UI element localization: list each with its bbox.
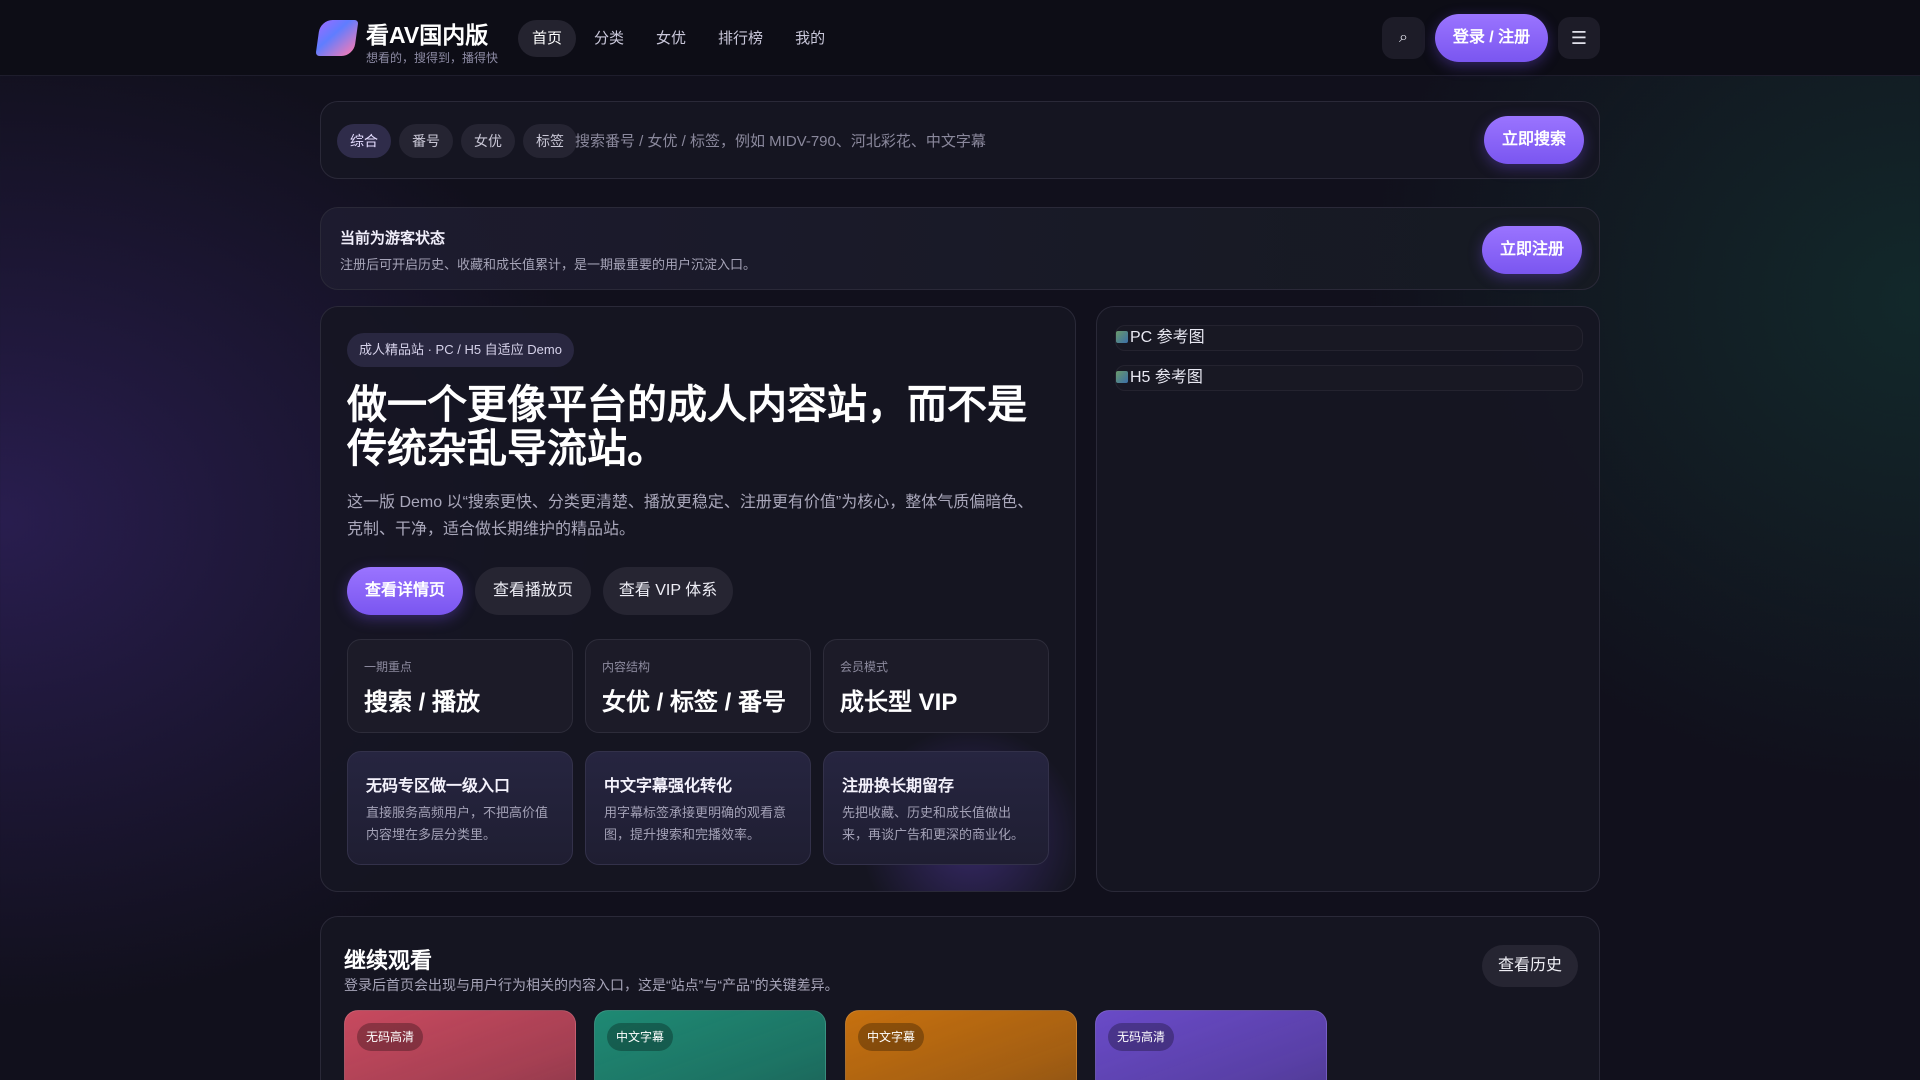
stat-label: 一期重点 bbox=[364, 660, 413, 674]
hero-pill: 成人精品站 · PC / H5 自适应 Demo bbox=[347, 333, 574, 367]
stat-card-membership: 会员模式 成长型 VIP bbox=[823, 639, 1049, 733]
nav-item-rankings[interactable]: 排行榜 bbox=[704, 20, 777, 57]
section-description: 登录后首页会出现与用户行为相关的内容入口，这是“站点”与“产品”的关键差异。 bbox=[344, 977, 839, 993]
nav-item-categories[interactable]: 分类 bbox=[580, 20, 638, 57]
view-vip-button[interactable]: 查看 VIP 体系 bbox=[603, 567, 733, 615]
broken-image-icon bbox=[1116, 331, 1128, 343]
hero-title: 做一个更像平台的成人内容站，而不是传统杂乱导流站。 bbox=[347, 383, 1027, 471]
thumbnail-badge: 无码高清 bbox=[357, 1023, 424, 1051]
search-tab-tag[interactable]: 标签 bbox=[523, 124, 577, 158]
brand-subtitle: 想看的，搜得到，播得快 bbox=[366, 51, 499, 65]
h5-reference-image: H5 参考图 bbox=[1115, 365, 1583, 391]
brand-title[interactable]: 看AV国内版 bbox=[366, 16, 488, 50]
video-thumbnail[interactable]: 中文字幕 bbox=[845, 1010, 1077, 1080]
login-register-button[interactable]: 登录 / 注册 bbox=[1435, 14, 1548, 62]
logo-icon[interactable] bbox=[315, 20, 359, 56]
view-history-button[interactable]: 查看历史 bbox=[1482, 945, 1578, 987]
search-tab-actress[interactable]: 女优 bbox=[461, 124, 515, 158]
feature-card-subtitles[interactable]: 中文字幕强化转化 用字幕标签承接更明确的观看意图，提升搜索和完播效率。 bbox=[585, 751, 811, 865]
stat-card-structure: 内容结构 女优 / 标签 / 番号 bbox=[585, 639, 811, 733]
feature-description: 直接服务高频用户，不把高价值内容埋在多层分类里。 bbox=[366, 805, 549, 842]
feature-card-retention[interactable]: 注册换长期留存 先把收藏、历史和成长值做出来，再谈广告和更深的商业化。 bbox=[823, 751, 1049, 865]
video-thumbnail[interactable]: 无码高清 bbox=[344, 1010, 576, 1080]
nav-item-mine[interactable]: 我的 bbox=[781, 20, 839, 57]
video-thumbnail[interactable]: 无码高清 bbox=[1095, 1010, 1327, 1080]
h5-reference-alt: H5 参考图 bbox=[1130, 369, 1203, 386]
thumbnail-badge: 中文字幕 bbox=[607, 1023, 674, 1051]
hero-card: 成人精品站 · PC / H5 自适应 Demo 做一个更像平台的成人内容站，而… bbox=[320, 306, 1076, 892]
main-nav: 首页 分类 女优 排行榜 我的 bbox=[518, 20, 839, 57]
feature-description: 用字幕标签承接更明确的观看意图，提升搜索和完播效率。 bbox=[604, 805, 787, 842]
video-thumbnail[interactable]: 中文字幕 bbox=[594, 1010, 826, 1080]
pc-reference-image: PC 参考图 bbox=[1115, 325, 1583, 351]
broken-image-icon bbox=[1116, 371, 1128, 383]
stat-label: 内容结构 bbox=[602, 660, 651, 674]
thumbnail-badge: 中文字幕 bbox=[858, 1023, 925, 1051]
continue-watching-section: 继续观看 登录后首页会出现与用户行为相关的内容入口，这是“站点”与“产品”的关键… bbox=[320, 916, 1600, 1080]
guest-title: 当前为游客状态 bbox=[340, 230, 446, 247]
nav-item-home[interactable]: 首页 bbox=[518, 20, 577, 57]
search-input[interactable] bbox=[575, 122, 1475, 160]
register-now-button[interactable]: 立即注册 bbox=[1482, 226, 1582, 274]
feature-description: 先把收藏、历史和成长值做出来，再谈广告和更深的商业化。 bbox=[842, 805, 1025, 842]
search-icon[interactable]: ⌕ bbox=[1382, 17, 1425, 59]
search-submit-button[interactable]: 立即搜索 bbox=[1484, 116, 1584, 164]
search-bar: 综合 番号 女优 标签 立即搜索 bbox=[320, 101, 1600, 179]
guest-banner: 当前为游客状态 注册后可开启历史、收藏和成长值累计，是一期最重要的用户沉淀入口。… bbox=[320, 207, 1600, 290]
view-player-button[interactable]: 查看播放页 bbox=[475, 567, 591, 615]
guest-description: 注册后可开启历史、收藏和成长值累计，是一期最重要的用户沉淀入口。 bbox=[340, 257, 757, 272]
stat-value: 成长型 VIP bbox=[840, 689, 958, 716]
top-header: 看AV国内版 想看的，搜得到，播得快 首页 分类 女优 排行榜 我的 ⌕ 登录 … bbox=[0, 0, 1920, 76]
search-type-tabs: 综合 番号 女优 标签 bbox=[337, 124, 577, 158]
stat-card-focus: 一期重点 搜索 / 播放 bbox=[347, 639, 573, 733]
feature-card-uncensored[interactable]: 无码专区做一级入口 直接服务高频用户，不把高价值内容埋在多层分类里。 bbox=[347, 751, 573, 865]
pc-reference-alt: PC 参考图 bbox=[1130, 329, 1205, 346]
view-detail-button[interactable]: 查看详情页 bbox=[347, 567, 463, 615]
menu-icon[interactable]: ☰ bbox=[1558, 17, 1600, 59]
stat-label: 会员模式 bbox=[840, 660, 889, 674]
search-tab-all[interactable]: 综合 bbox=[337, 124, 391, 158]
search-tab-code[interactable]: 番号 bbox=[399, 124, 453, 158]
stat-value: 女优 / 标签 / 番号 bbox=[602, 689, 787, 716]
nav-item-actresses[interactable]: 女优 bbox=[642, 20, 700, 57]
thumbnail-badge: 无码高清 bbox=[1108, 1023, 1175, 1051]
feature-title: 无码专区做一级入口 bbox=[366, 778, 511, 795]
hero-description: 这一版 Demo 以“搜索更快、分类更清楚、播放更稳定、注册更有价值”为核心，整… bbox=[347, 494, 1034, 538]
section-title: 继续观看 bbox=[344, 948, 433, 973]
feature-title: 中文字幕强化转化 bbox=[604, 778, 733, 795]
stat-value: 搜索 / 播放 bbox=[364, 689, 481, 716]
reference-image-panel: PC 参考图 H5 参考图 bbox=[1096, 306, 1600, 892]
feature-title: 注册换长期留存 bbox=[842, 778, 955, 795]
